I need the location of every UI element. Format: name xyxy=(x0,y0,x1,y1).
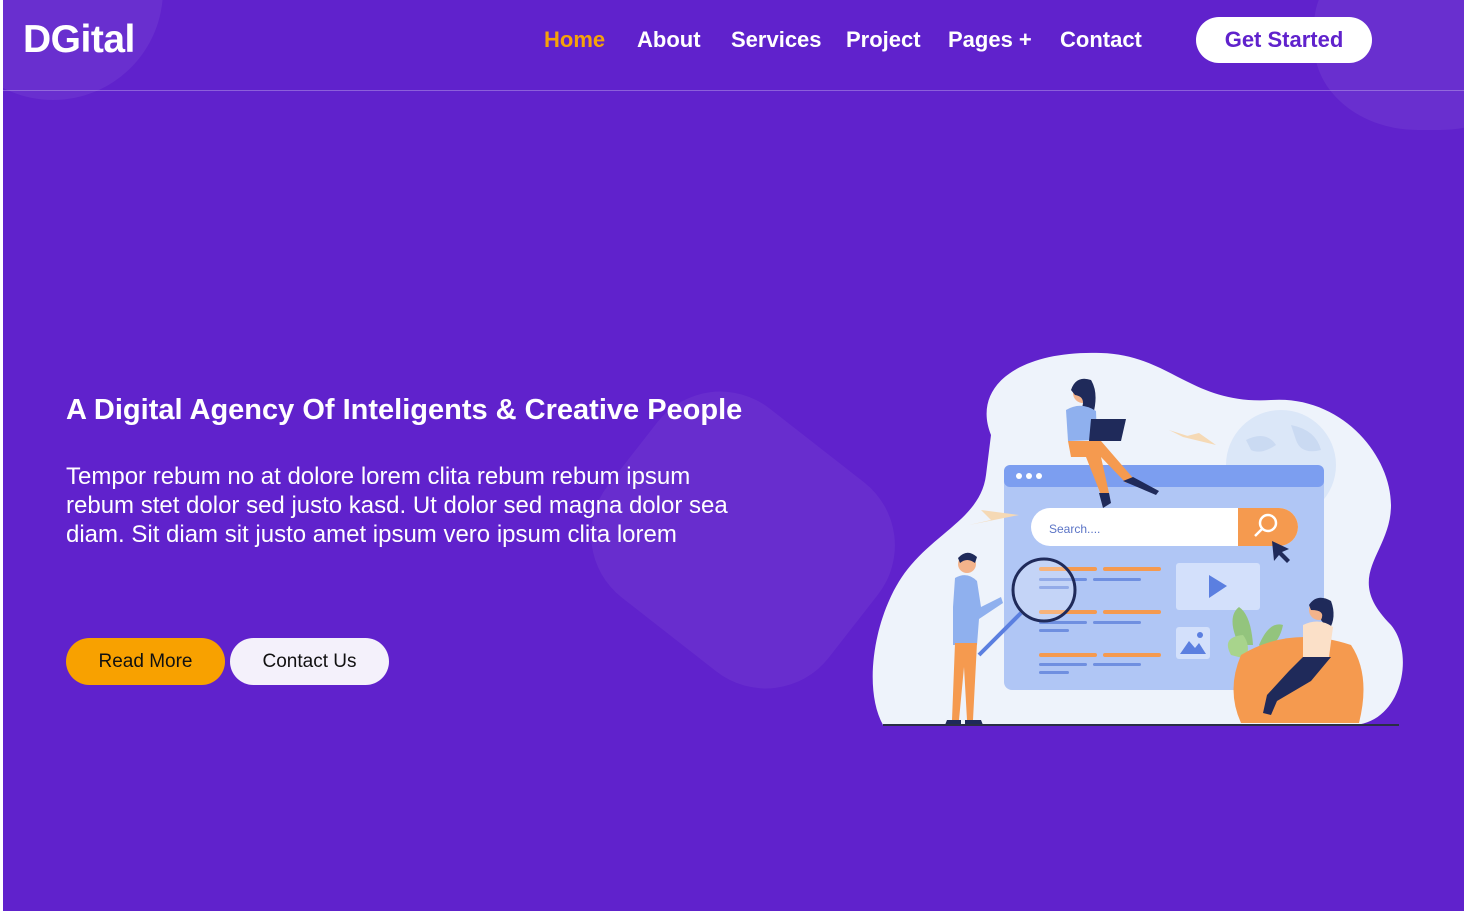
nav-item-project[interactable]: Project xyxy=(846,27,921,53)
illustration-search-text: Search.... xyxy=(1049,522,1100,536)
nav-item-home[interactable]: Home xyxy=(544,27,605,53)
read-more-button[interactable]: Read More xyxy=(66,638,225,685)
hero-title: A Digital Agency Of Inteligents & Creati… xyxy=(66,394,743,426)
nav-item-pages-dropdown[interactable]: Pages + xyxy=(948,27,1032,53)
navbar: DGital Home About Services Project Pages… xyxy=(3,0,1464,91)
page: DGital Home About Services Project Pages… xyxy=(3,0,1464,911)
get-started-button[interactable]: Get Started xyxy=(1196,17,1372,63)
nav-item-services[interactable]: Services xyxy=(731,27,822,53)
contact-us-button[interactable]: Contact Us xyxy=(230,638,389,685)
hero-description: Tempor rebum no at dolore lorem clita re… xyxy=(66,463,728,548)
brand-logo[interactable]: DGital xyxy=(23,18,135,62)
nav-item-about[interactable]: About xyxy=(637,27,701,53)
nav-item-contact[interactable]: Contact xyxy=(1060,27,1142,53)
image-icon xyxy=(1176,627,1210,659)
hero-illustration: Search.... xyxy=(872,352,1403,726)
